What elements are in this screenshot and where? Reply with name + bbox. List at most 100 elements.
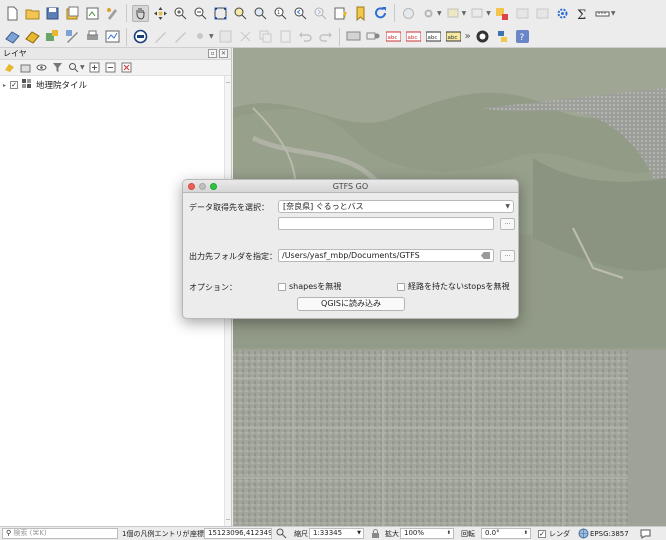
remove-layer-icon[interactable] bbox=[121, 62, 133, 74]
crs-globe-icon[interactable] bbox=[578, 528, 589, 539]
edit-icon[interactable] bbox=[172, 28, 189, 45]
vertex-icon[interactable] bbox=[217, 28, 234, 45]
print-icon[interactable] bbox=[84, 28, 101, 45]
edit-pencil-icon[interactable] bbox=[152, 28, 169, 45]
digitize-icon[interactable] bbox=[64, 28, 81, 45]
plugin-icon[interactable] bbox=[474, 28, 491, 45]
output-folder-field[interactable]: /Users/yasf_mbp/Documents/GTFS bbox=[278, 249, 494, 262]
refresh-icon[interactable] bbox=[372, 5, 389, 22]
new-bookmark-icon[interactable] bbox=[332, 5, 349, 22]
print-layout-icon[interactable] bbox=[84, 5, 101, 22]
help-icon[interactable]: ? bbox=[514, 28, 531, 45]
expand-all-icon[interactable] bbox=[89, 62, 101, 74]
coordinate-field[interactable]: 15123096,4123496 bbox=[204, 528, 272, 539]
stepper-icon[interactable]: ⬍ bbox=[524, 529, 528, 538]
zoom-full-icon[interactable] bbox=[212, 5, 229, 22]
output-browse-button[interactable]: ... bbox=[500, 250, 515, 262]
paste-icon[interactable] bbox=[277, 28, 294, 45]
text-abc-pin-icon[interactable]: abc bbox=[405, 28, 422, 45]
map-icon[interactable] bbox=[104, 28, 121, 45]
annotation-icon[interactable] bbox=[514, 5, 531, 22]
text-abc-icon[interactable]: abc bbox=[385, 28, 402, 45]
zoom-last-icon[interactable] bbox=[292, 5, 309, 22]
source-url-input[interactable] bbox=[282, 218, 493, 229]
pan-to-selection-icon[interactable] bbox=[152, 5, 169, 22]
pan-icon[interactable] bbox=[132, 4, 149, 22]
ignore-shapes-checkbox[interactable]: shapesを無視 bbox=[278, 281, 341, 292]
clear-field-icon[interactable] bbox=[481, 252, 490, 259]
add-group-icon[interactable] bbox=[19, 62, 31, 74]
stepper-icon[interactable]: ⬍ bbox=[447, 529, 451, 538]
style-manager-icon[interactable] bbox=[104, 5, 121, 22]
measure-ruler-icon[interactable] bbox=[594, 5, 611, 22]
dropdown-arrow-icon[interactable]: ▼ bbox=[437, 10, 442, 17]
label-tool-icon[interactable] bbox=[365, 28, 382, 45]
zoom-in-icon[interactable] bbox=[172, 5, 189, 22]
save-project-icon[interactable] bbox=[44, 5, 61, 22]
source-select[interactable]: [奈良県] ぐるっとバス ▼ bbox=[278, 200, 514, 213]
render-checkbox[interactable]: ✓ bbox=[538, 530, 546, 538]
checkbox-box[interactable] bbox=[278, 282, 286, 291]
zoom-selection-icon[interactable] bbox=[232, 5, 249, 22]
maximize-window-icon[interactable] bbox=[210, 183, 217, 190]
zoom-layer-icon[interactable] bbox=[252, 5, 269, 22]
collapse-all-icon[interactable] bbox=[105, 62, 117, 74]
map-tips-icon[interactable] bbox=[534, 5, 551, 22]
float-panel-icon[interactable]: ▫ bbox=[208, 49, 217, 58]
python-icon[interactable] bbox=[44, 28, 61, 45]
minimize-window-icon[interactable] bbox=[199, 183, 206, 190]
add-raster-icon[interactable] bbox=[24, 28, 41, 45]
layer-visibility-checkbox[interactable]: ✓ bbox=[10, 81, 19, 89]
node-tool-icon[interactable] bbox=[192, 28, 209, 45]
open-project-icon[interactable] bbox=[24, 5, 41, 22]
magnifier-field[interactable]: 100% ⬍ bbox=[400, 528, 454, 539]
more-tools-icon[interactable]: » bbox=[465, 31, 471, 42]
load-into-qgis-button[interactable]: QGISに読み込み bbox=[297, 297, 405, 311]
locator-search-field[interactable]: ⚲ 検索 (⌘K) bbox=[2, 528, 118, 539]
manage-visibility-icon[interactable] bbox=[35, 62, 47, 74]
copy-icon[interactable] bbox=[257, 28, 274, 45]
filter-legend-icon[interactable] bbox=[51, 62, 63, 74]
deselect-icon[interactable] bbox=[469, 5, 486, 22]
source-browse-button[interactable]: ... bbox=[500, 218, 515, 230]
cut-icon[interactable] bbox=[237, 28, 254, 45]
filter-expression-icon[interactable] bbox=[67, 62, 79, 74]
show-bookmarks-icon[interactable] bbox=[352, 5, 369, 22]
python-console-icon[interactable] bbox=[494, 28, 511, 45]
chevron-down-icon[interactable]: ▼ bbox=[357, 529, 361, 538]
text-abc-move-icon[interactable]: abc bbox=[445, 28, 462, 45]
add-vector-icon[interactable] bbox=[4, 28, 21, 45]
dropdown-arrow-icon[interactable]: ▼ bbox=[209, 33, 214, 40]
sum-icon[interactable]: Σ bbox=[574, 5, 591, 22]
zoom-out-icon[interactable] bbox=[192, 5, 209, 22]
undo-icon[interactable] bbox=[297, 28, 314, 45]
ignore-stops-checkbox[interactable]: 経路を持たないstopsを無視 bbox=[397, 281, 509, 292]
dialog-titlebar[interactable]: GTFS GO bbox=[183, 180, 518, 193]
layer-row[interactable]: ▸ ✓ 地理院タイル bbox=[0, 78, 231, 92]
label-icon[interactable] bbox=[345, 28, 362, 45]
settings-gear-icon[interactable] bbox=[554, 5, 571, 22]
zoom-native-icon[interactable]: 1 bbox=[272, 5, 289, 22]
checkbox-box[interactable] bbox=[397, 282, 405, 291]
close-panel-icon[interactable]: ✕ bbox=[219, 49, 228, 58]
expand-arrow-icon[interactable]: ▸ bbox=[3, 82, 6, 89]
save-as-icon[interactable] bbox=[64, 5, 81, 22]
dropdown-arrow-icon[interactable]: ▼ bbox=[80, 64, 85, 71]
select-icon[interactable] bbox=[445, 5, 462, 22]
scale-field[interactable]: 1:33345 ▼ bbox=[309, 528, 364, 539]
settings-icon[interactable] bbox=[420, 5, 437, 22]
text-abc-rotate-icon[interactable]: abc bbox=[425, 28, 442, 45]
measure-icon[interactable] bbox=[494, 5, 511, 22]
dropdown-arrow-icon[interactable]: ▼ bbox=[611, 10, 616, 17]
lock-scale-icon[interactable] bbox=[370, 528, 381, 539]
dropdown-arrow-icon[interactable]: ▼ bbox=[462, 10, 467, 17]
redo-icon[interactable] bbox=[317, 28, 334, 45]
messages-icon[interactable] bbox=[640, 528, 651, 539]
gtfs-icon[interactable] bbox=[132, 28, 149, 45]
dropdown-arrow-icon[interactable]: ▼ bbox=[486, 10, 491, 17]
new-project-icon[interactable] bbox=[4, 5, 21, 22]
rotation-field[interactable]: 0.0° ⬍ bbox=[481, 528, 531, 539]
close-window-icon[interactable] bbox=[188, 183, 195, 190]
source-url-field[interactable] bbox=[278, 217, 494, 230]
toggle-extents-icon[interactable] bbox=[276, 528, 287, 539]
